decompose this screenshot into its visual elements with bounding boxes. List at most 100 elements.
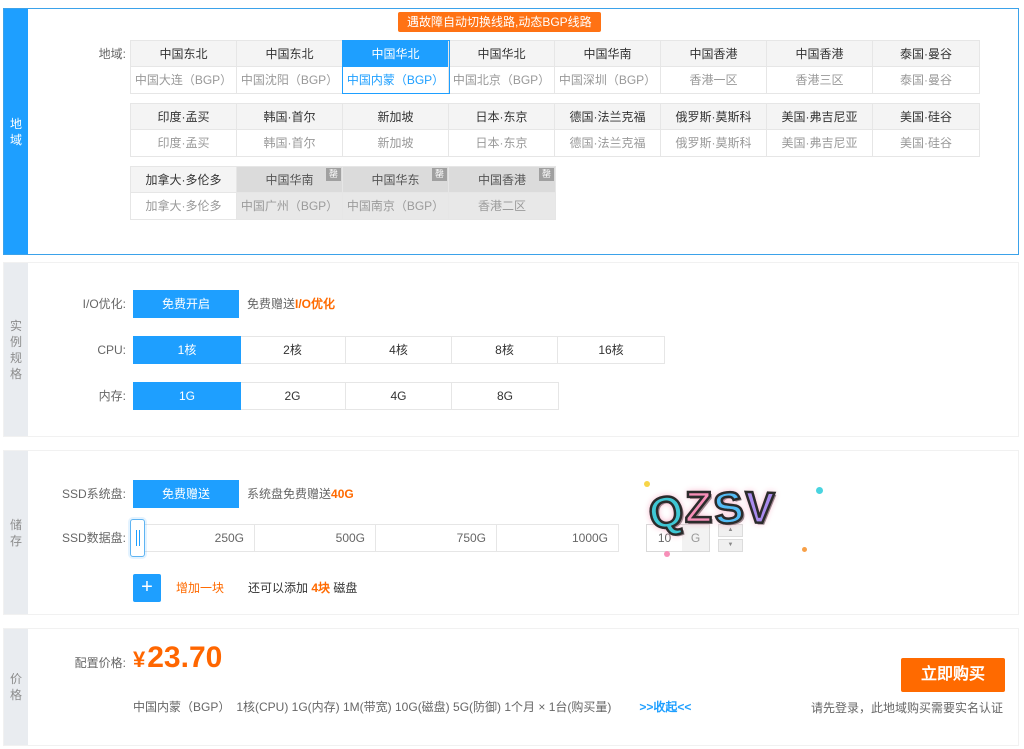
data-disk-tick[interactable]: 500G (255, 525, 376, 551)
region-tab-sub: 美国·弗吉尼亚 (767, 130, 872, 156)
region-tab-title: 中国香港 (767, 41, 872, 67)
watermark-dot (802, 547, 807, 552)
region-tab-sub: 中国广州（BGP） (237, 193, 342, 219)
region-tab[interactable]: 韩国·首尔韩国·首尔 (237, 104, 343, 156)
data-disk-label: SSD数据盘: (4, 524, 126, 552)
memory-option[interactable]: 2G (240, 383, 346, 409)
region-tab[interactable]: 德国·法兰克福德国·法兰克福 (555, 104, 661, 156)
region-tab-title: 中国东北 (237, 41, 342, 67)
system-disk-note: 系统盘免费赠送40G (247, 480, 354, 508)
region-tab-title: 中国华北 (449, 41, 554, 67)
region-tab-title: 泰国·曼谷 (873, 41, 979, 67)
add-disk-plus-icon[interactable]: + (133, 574, 161, 602)
region-tab[interactable]: 中国华北中国北京（BGP） (449, 41, 555, 93)
cpu-option[interactable]: 1核 (133, 336, 241, 364)
region-tab-title: 德国·法兰克福 (555, 104, 660, 130)
watermark-letter: Q (645, 485, 689, 541)
data-disk-tick[interactable]: 750G (376, 525, 497, 551)
cpu-option[interactable]: 2核 (240, 337, 346, 363)
price-value: 23.70 (147, 641, 222, 674)
io-label: I/O优化: (4, 290, 126, 318)
region-tab-sub: 香港一区 (661, 67, 766, 93)
region-tab-sub: 中国大连（BGP） (131, 67, 236, 93)
region-tab-title: 中国华北 (343, 41, 448, 67)
region-tab-sub: 俄罗斯·莫斯科 (661, 130, 766, 156)
data-disk-tick[interactable]: 1000G (497, 525, 618, 551)
region-tab-sub: 香港二区 (449, 193, 555, 219)
data-disk-slider-track[interactable]: 250G500G750G1000G (133, 524, 619, 552)
region-tab-title: 美国·硅谷 (873, 104, 979, 130)
region-section: 地域 遇故障自动切换线路,动态BGP线路 地域: 中国东北中国大连（BGP）中国… (3, 8, 1019, 255)
memory-option[interactable]: 8G (452, 383, 558, 409)
collapse-link[interactable]: >>收起<< (639, 700, 691, 714)
region-tab-sub: 泰国·曼谷 (873, 67, 979, 93)
system-disk-free-button[interactable]: 免费赠送 (133, 480, 239, 508)
region-tab[interactable]: 中国华北中国内蒙（BGP） (343, 41, 449, 93)
data-disk-tick[interactable]: 250G (134, 525, 255, 551)
region-tab-title: 印度·孟买 (131, 104, 236, 130)
region-tab-sub: 德国·法兰克福 (555, 130, 660, 156)
region-tab-sub: 中国沈阳（BGP） (237, 67, 342, 93)
region-tab-sub: 中国北京（BGP） (449, 67, 554, 93)
add-disk-note-post: 磁盘 (330, 581, 357, 595)
region-tab[interactable]: 美国·弗吉尼亚美国·弗吉尼亚 (767, 104, 873, 156)
io-note-em: I/O优化 (295, 297, 335, 311)
config-summary: 中国内蒙（BGP） 1核(CPU) 1G(内存) 1M(带宽) 10G(磁盘) … (133, 699, 691, 715)
region-tab: 中国华东罄中国南京（BGP） (343, 167, 449, 219)
io-note: 免费赠送I/O优化 (247, 290, 335, 318)
system-disk-label: SSD系统盘: (4, 480, 126, 508)
cpu-option[interactable]: 16核 (558, 337, 664, 363)
region-tab[interactable]: 美国·硅谷美国·硅谷 (873, 104, 979, 156)
watermark-letter: S (711, 482, 748, 535)
add-disk-link[interactable]: 增加一块 (176, 574, 224, 602)
region-tab[interactable]: 中国香港香港三区 (767, 41, 873, 93)
region-tab-sub: 美国·硅谷 (873, 130, 979, 156)
region-tab[interactable]: 泰国·曼谷泰国·曼谷 (873, 41, 979, 93)
stepper-down-icon[interactable]: ▼ (718, 539, 743, 552)
region-tab-sub: 中国南京（BGP） (343, 193, 448, 219)
watermark: QZSV (647, 481, 778, 540)
region-tab[interactable]: 中国东北中国大连（BGP） (131, 41, 237, 93)
region-section-label: 地域 (9, 116, 23, 148)
region-tab[interactable]: 加拿大·多伦多加拿大·多伦多 (131, 167, 237, 219)
cpu-label: CPU: (4, 336, 126, 364)
io-free-button[interactable]: 免费开启 (133, 290, 239, 318)
memory-option[interactable]: 4G (346, 383, 452, 409)
region-tab-sub: 香港三区 (767, 67, 872, 93)
memory-option[interactable]: 1G (133, 382, 241, 410)
system-disk-note-plain: 系统盘免费赠送 (247, 487, 331, 501)
price-form-label: 配置价格: (4, 649, 126, 677)
watermark-letter: Z (685, 483, 714, 533)
region-tab[interactable]: 俄罗斯·莫斯科俄罗斯·莫斯科 (661, 104, 767, 156)
region-tab-title: 中国东北 (131, 41, 236, 67)
region-tab: 中国香港罄香港二区 (449, 167, 555, 219)
region-tab[interactable]: 中国香港香港一区 (661, 41, 767, 93)
region-tab-title: 加拿大·多伦多 (131, 167, 236, 193)
region-tab-title: 中国香港 (661, 41, 766, 67)
region-tab-sub: 中国内蒙（BGP） (343, 67, 448, 93)
region-tab[interactable]: 日本·东京日本·东京 (449, 104, 555, 156)
region-tab-title: 俄罗斯·莫斯科 (661, 104, 766, 130)
data-disk-slider-handle[interactable] (130, 519, 145, 557)
region-tab[interactable]: 中国华南中国深圳（BGP） (555, 41, 661, 93)
cpu-option[interactable]: 8核 (452, 337, 558, 363)
bgp-banner: 遇故障自动切换线路,动态BGP线路 (398, 12, 601, 32)
region-form-label: 地域: (4, 40, 126, 68)
memory-option-group: 1G2G4G8G (133, 382, 559, 410)
config-summary-text: 中国内蒙（BGP） 1核(CPU) 1G(内存) 1M(带宽) 10G(磁盘) … (133, 700, 611, 714)
region-tab[interactable]: 中国东北中国沈阳（BGP） (237, 41, 343, 93)
region-tab-title: 日本·东京 (449, 104, 554, 130)
watermark-dot (664, 551, 670, 557)
io-note-plain: 免费赠送 (247, 297, 295, 311)
price-amount: ¥23.70 (133, 641, 222, 675)
region-tab[interactable]: 印度·孟买印度·孟买 (131, 104, 237, 156)
add-disk-note: 还可以添加 4块 磁盘 (248, 574, 357, 602)
region-tab[interactable]: 新加坡新加坡 (343, 104, 449, 156)
vps-config-page: 地域 遇故障自动切换线路,动态BGP线路 地域: 中国东北中国大连（BGP）中国… (0, 0, 1024, 749)
cpu-option[interactable]: 4核 (346, 337, 452, 363)
soldout-badge: 罄 (432, 168, 447, 181)
buy-now-button[interactable]: 立即购买 (901, 658, 1005, 692)
add-disk-note-pre: 还可以添加 (248, 581, 311, 595)
system-disk-note-em: 40G (331, 487, 354, 501)
soldout-badge: 罄 (539, 168, 554, 181)
